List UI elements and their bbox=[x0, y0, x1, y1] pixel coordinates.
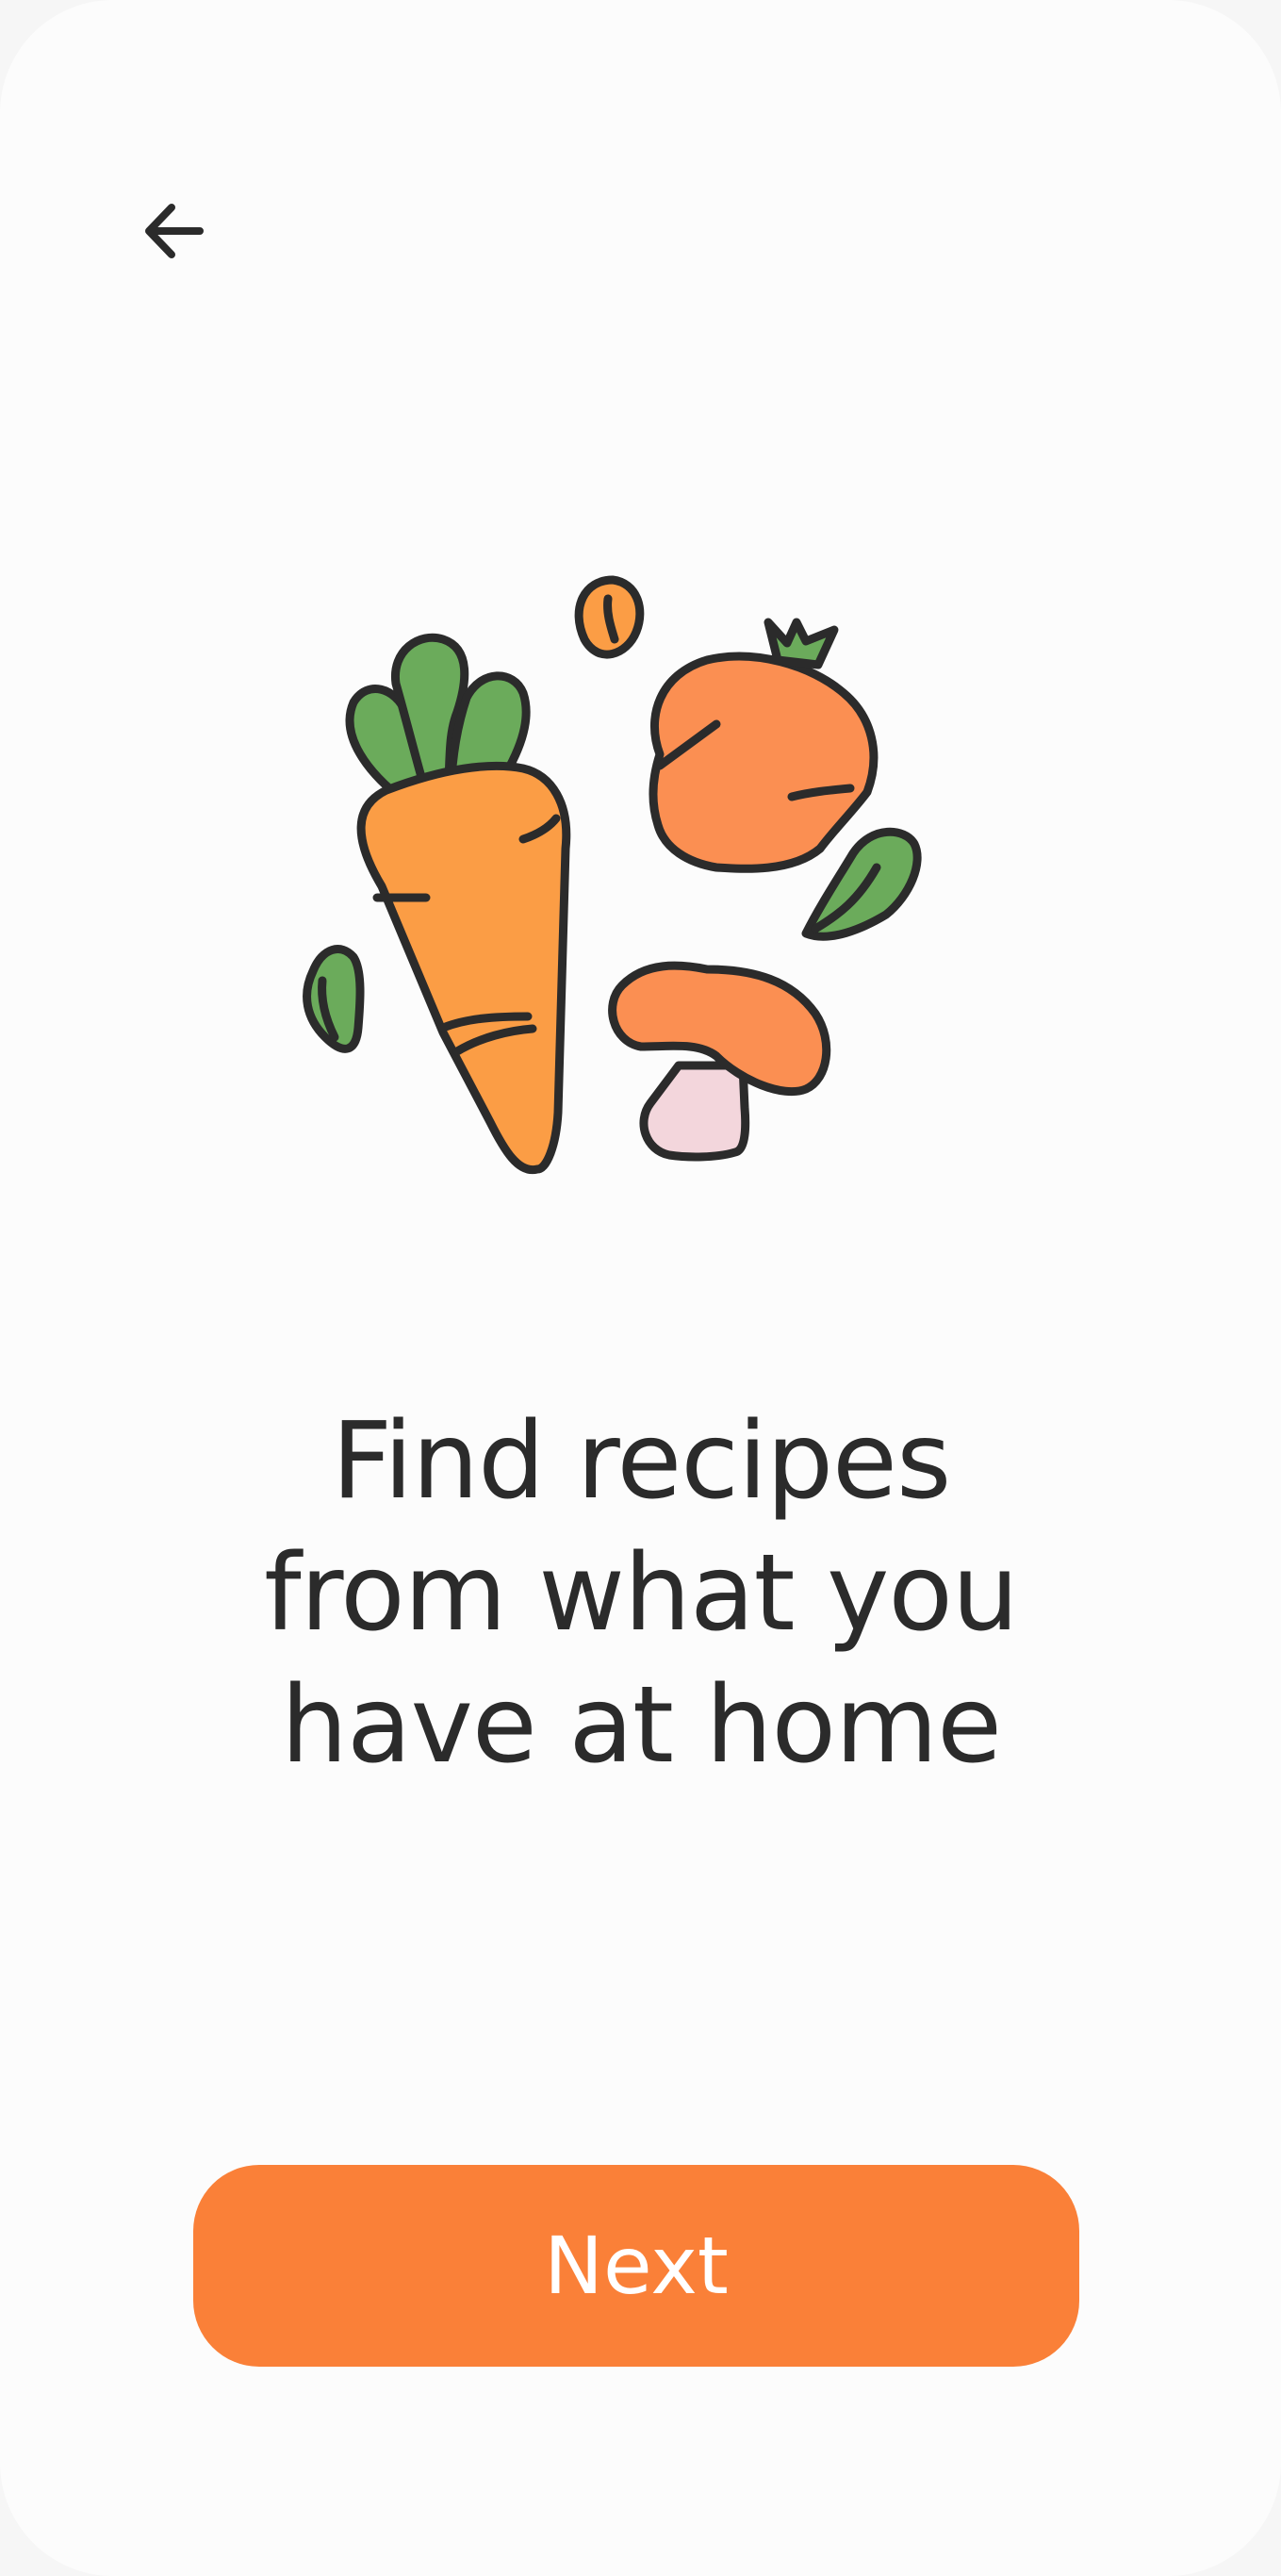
onboarding-screen: Find recipes from what you have at home … bbox=[0, 0, 1281, 2576]
title-line: Find recipes bbox=[331, 1400, 952, 1523]
back-button[interactable] bbox=[123, 179, 226, 283]
title-line: have at home bbox=[280, 1664, 1002, 1787]
arrow-left-icon bbox=[145, 204, 204, 258]
mushroom-stem bbox=[639, 1061, 750, 1162]
tomato-stem bbox=[764, 618, 839, 669]
next-button[interactable]: Next bbox=[193, 2165, 1079, 2367]
carrot-body bbox=[356, 761, 571, 1175]
tomato-body bbox=[649, 652, 879, 873]
vegetables-illustration bbox=[264, 528, 1018, 1207]
page-title: Find recipes from what you have at home bbox=[170, 1395, 1112, 1792]
title-line: from what you bbox=[264, 1532, 1019, 1655]
